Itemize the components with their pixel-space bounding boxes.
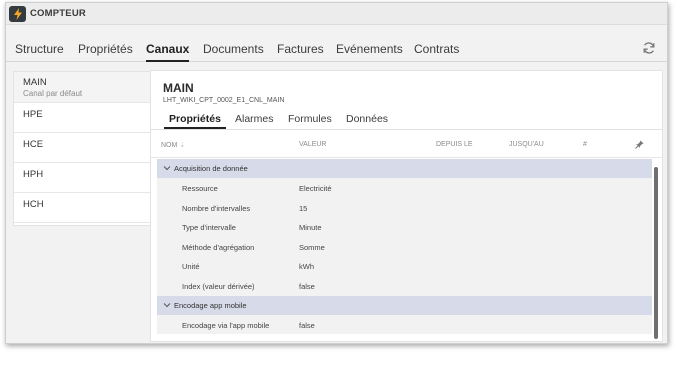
group-label: Encodage app mobile — [174, 300, 247, 310]
property-value: kWh — [299, 262, 314, 272]
property-name: Type d'intervalle — [182, 223, 236, 233]
property-value: Minute — [299, 223, 322, 233]
properties-table: Acquisition de donnée Ressource Electric… — [157, 159, 652, 335]
table-row: Nombre d'intervalles 15 — [157, 197, 652, 218]
property-value: false — [299, 320, 315, 330]
subtab-alarmes[interactable]: Alarmes — [235, 113, 274, 125]
table-header: NOM ⇣ VALEUR DEPUIS LE JUSQU'AU # — [151, 132, 662, 158]
table-row: Méthode d'agrégation Somme — [157, 236, 652, 257]
column-header-depuis[interactable]: DEPUIS LE — [436, 141, 473, 148]
channel-sidebar: MAIN Canal par défaut HPE HCE HPH HCH — [13, 71, 151, 226]
channel-panel: MAIN LHT_WIKI_CPT_0002_E1_CNL_MAIN Propr… — [150, 70, 663, 342]
property-value: Electricité — [299, 184, 332, 193]
pin-icon[interactable] — [635, 140, 644, 149]
sidebar-item-label: HPE — [23, 109, 43, 120]
property-name: Ressource — [182, 184, 218, 193]
column-header-jusqu[interactable]: JUSQU'AU — [509, 141, 544, 148]
tab-canaux[interactable]: Canaux — [146, 42, 190, 62]
panel-subtitle: LHT_WIKI_CPT_0002_E1_CNL_MAIN — [163, 97, 285, 104]
sidebar-item-hpe[interactable]: HPE — [14, 103, 150, 133]
window: COMPTEUR Structure Propriétés Canaux Doc… — [5, 2, 668, 344]
chevron-down-icon — [163, 302, 171, 307]
tab-documents[interactable]: Documents — [203, 42, 264, 56]
tab-evenements[interactable]: Evénements — [336, 42, 403, 56]
app-title: COMPTEUR — [30, 8, 86, 19]
chevron-down-icon — [163, 166, 171, 171]
property-name: Nombre d'intervalles — [182, 203, 251, 213]
group-label: Acquisition de donnée — [174, 164, 248, 173]
table-row: Unité kWh — [157, 256, 652, 276]
property-name: Unité — [182, 262, 200, 272]
column-header-nom[interactable]: NOM ⇣ — [161, 141, 185, 149]
subtab-donnees[interactable]: Données — [346, 113, 388, 125]
app-header: COMPTEUR — [6, 3, 667, 25]
table-row: Encodage via l'app mobile false — [157, 314, 652, 335]
subtab-formules[interactable]: Formules — [288, 113, 332, 125]
column-header-valeur[interactable]: VALEUR — [299, 141, 327, 148]
sidebar-item-label: HCH — [23, 199, 44, 210]
main-tabs: Structure Propriétés Canaux Documents Fa… — [6, 26, 667, 62]
sidebar-item-hce[interactable]: HCE — [14, 133, 150, 163]
vertical-scrollbar[interactable] — [654, 167, 658, 339]
property-value: false — [299, 281, 315, 291]
sidebar-item-label: HPH — [23, 169, 44, 180]
refresh-icon[interactable] — [642, 41, 656, 55]
panel-title: MAIN — [163, 81, 194, 95]
table-row: Type d'intervalle Minute — [157, 217, 652, 237]
lightning-icon — [9, 6, 26, 22]
column-header-hash: # — [583, 141, 587, 148]
group-encodage[interactable]: Encodage app mobile — [157, 295, 652, 315]
tab-contrats[interactable]: Contrats — [414, 42, 459, 56]
sidebar-item-label: HCE — [23, 139, 44, 150]
sidebar-item-main[interactable]: MAIN Canal par défaut — [14, 72, 150, 103]
group-acquisition[interactable]: Acquisition de donnée — [157, 159, 652, 178]
subtab-proprietes[interactable]: Propriétés — [164, 113, 226, 129]
tab-proprietes[interactable]: Propriétés — [78, 42, 133, 56]
sidebar-item-sublabel: Canal par défaut — [23, 89, 83, 98]
panel-subtabs: Propriétés Alarmes Formules Données — [151, 111, 662, 130]
sidebar-item-label: MAIN — [23, 77, 47, 88]
table-row: Ressource Electricité — [157, 178, 652, 198]
sort-arrow-icon: ⇣ — [179, 142, 186, 149]
sidebar-item-hch[interactable]: HCH — [14, 193, 150, 223]
property-value: Somme — [299, 242, 325, 252]
table-row: Index (valeur dérivée) false — [157, 275, 652, 296]
sidebar-item-hph[interactable]: HPH — [14, 163, 150, 193]
property-name: Méthode d'agrégation — [182, 242, 255, 252]
tab-structure[interactable]: Structure — [15, 42, 64, 56]
tab-factures[interactable]: Factures — [277, 42, 324, 56]
property-name: Index (valeur dérivée) — [182, 281, 255, 291]
property-value: 15 — [299, 203, 308, 213]
property-name: Encodage via l'app mobile — [182, 320, 270, 330]
